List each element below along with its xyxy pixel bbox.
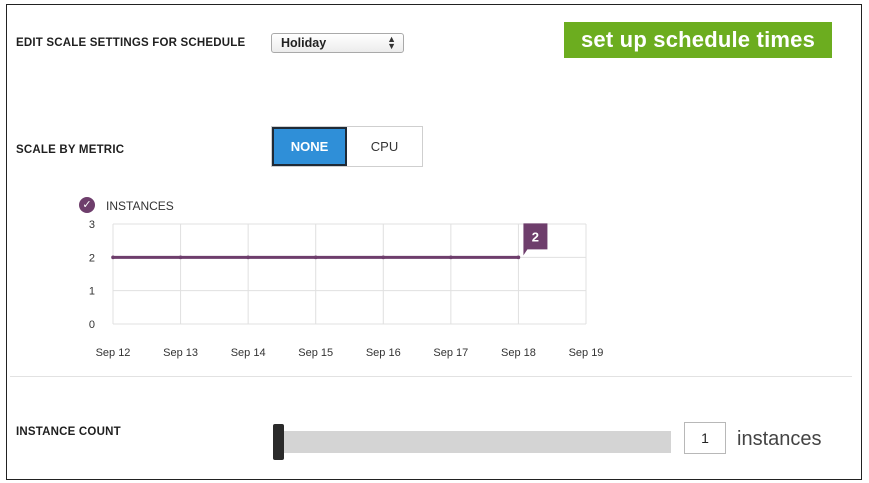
instance-count-unit: instances (737, 428, 822, 450)
instance-slider-handle[interactable] (273, 424, 284, 460)
y-tick-label: 0 (89, 319, 95, 331)
x-tick-label: Sep 19 (569, 347, 604, 359)
y-tick-label: 2 (89, 252, 95, 264)
divider (10, 376, 852, 377)
data-point (516, 255, 521, 260)
data-point (313, 255, 318, 260)
select-arrows-icon: ▲ ▼ (387, 34, 396, 51)
instance-count-label: INSTANCE COUNT (16, 426, 121, 438)
legend-label: INSTANCES (106, 199, 174, 213)
y-tick-label: 3 (89, 219, 95, 231)
data-point (178, 255, 183, 260)
x-tick-label: Sep 16 (366, 347, 401, 359)
setup-schedule-button[interactable]: set up schedule times (564, 22, 832, 58)
data-point (111, 255, 115, 260)
scale-metric-label: SCALE BY METRIC (16, 144, 125, 156)
instances-chart: 0 1 2 3 Sep 12 Sep 13 Sep 14 Sep 15 Sep 16 Sep 17… (89, 219, 604, 359)
data-point (449, 255, 453, 260)
metric-option-none[interactable]: NONE (272, 127, 347, 166)
x-tick-label: Sep 18 (501, 347, 536, 359)
x-tick-label: Sep 12 (96, 347, 131, 359)
metric-option-cpu[interactable]: CPU (347, 127, 422, 166)
instance-count-input[interactable]: 1 (684, 422, 726, 454)
metric-toggle: NONE CPU (271, 126, 423, 167)
schedule-label: EDIT SCALE SETTINGS FOR SCHEDULE (16, 37, 246, 49)
x-tick-label: Sep 14 (231, 347, 266, 359)
schedule-select[interactable]: Holiday ▲ ▼ (271, 33, 404, 53)
x-tick-label: Sep 13 (163, 347, 198, 359)
x-tick-label: Sep 17 (433, 347, 468, 359)
x-tick-label: Sep 15 (298, 347, 333, 359)
data-point (381, 255, 386, 260)
end-value-label: 2 (532, 229, 539, 244)
y-tick-label: 1 (89, 286, 95, 298)
instance-slider-track[interactable] (282, 431, 671, 453)
schedule-selected-value: Holiday (281, 36, 327, 50)
data-point (246, 255, 250, 260)
legend-check-icon[interactable]: ✓ (79, 197, 95, 213)
